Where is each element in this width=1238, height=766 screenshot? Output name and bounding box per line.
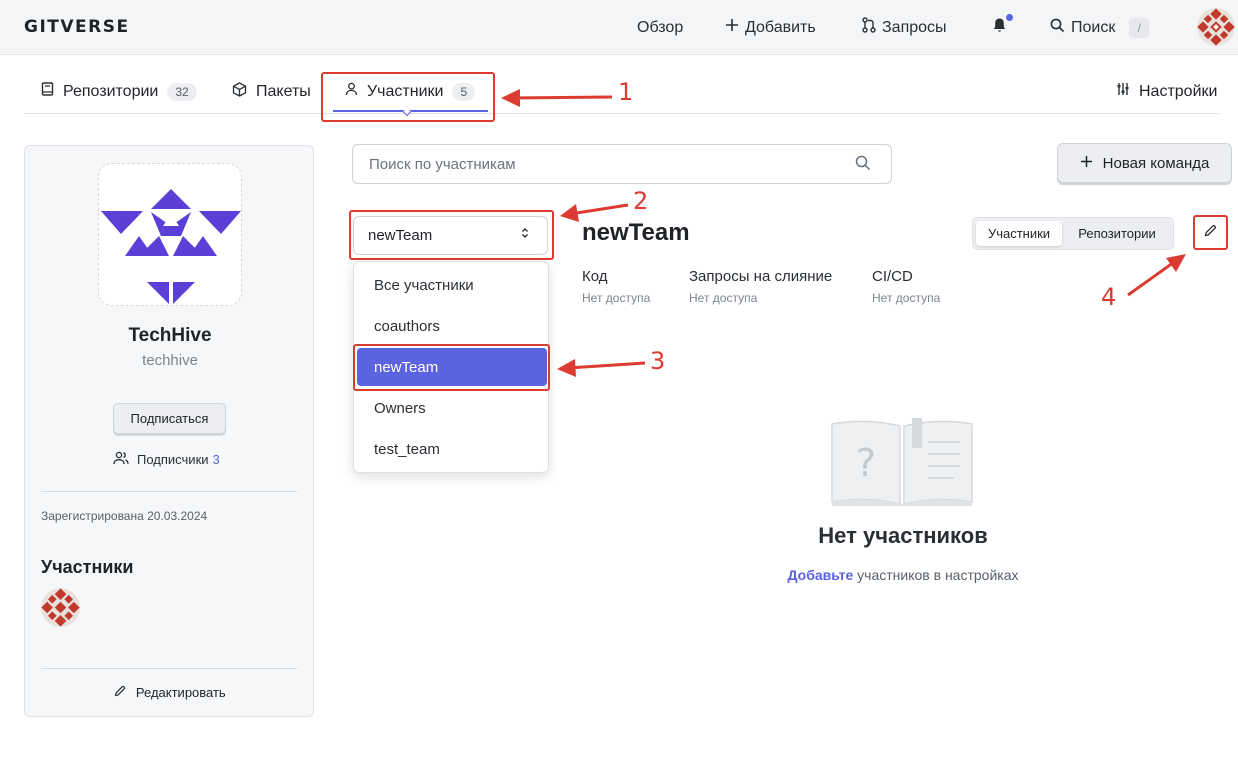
user-avatar[interactable] [1197,8,1235,46]
permission-ci-cd: CI/CD Нет доступа [872,268,940,305]
highlight-box-newteam-item [353,344,550,391]
tab-settings-label: Настройки [1139,82,1218,100]
notifications-button[interactable] [992,0,1007,55]
org-profile-card: TechHive techhive Подписаться Подписчики… [24,145,314,717]
subscribers-count: 3 [212,452,220,467]
permission-label: Код [582,268,608,285]
tab-settings[interactable]: Настройки [1116,70,1217,113]
toggle-members[interactable]: Участники [976,221,1062,246]
tab-repositories-count: 32 [167,82,197,101]
package-icon [232,81,247,102]
view-toggle: Участники Репозитории [972,217,1174,250]
tab-packages-label: Пакеты [256,82,311,100]
nav-search-label: Поиск [1071,18,1116,36]
team-title: newTeam [582,219,690,246]
search-shortcut-badge: / [1129,17,1150,38]
highlight-box-members-tab [321,72,495,122]
repository-icon [41,82,54,101]
users-icon [113,451,129,468]
org-name: TechHive [128,325,212,346]
pull-request-icon [862,17,876,38]
gitverse-logo[interactable]: GITVERSE [24,17,130,37]
top-bar: GITVERSE Обзор Добавить Запросы Поиск / [0,0,1238,55]
tab-packages[interactable]: Пакеты [232,70,311,113]
highlight-box-edit-button [1193,215,1228,250]
settings-sliders-icon [1116,82,1130,101]
edit-profile-link[interactable]: Редактировать [25,685,315,700]
edit-profile-label: Редактировать [135,685,226,700]
add-members-link[interactable]: Добавьте [788,567,854,583]
nav-requests[interactable]: Запросы [862,0,947,55]
permission-value: Нет доступа [872,291,941,305]
subscribe-button[interactable]: Подписаться [113,403,226,434]
dropdown-item-owners[interactable]: Owners [357,389,547,427]
bell-icon [992,17,1007,38]
notification-dot [1006,14,1013,21]
subscribers-label: Подписчики [137,452,209,467]
empty-state-text: Добавьте участников в настройках [740,567,1066,583]
card-divider [41,668,297,669]
nav-requests-label: Запросы [882,18,947,36]
registered-date: Зарегистрирована 20.03.2024 [41,509,208,523]
permission-label: CI/CD [872,268,913,285]
dropdown-item-coauthors[interactable]: coauthors [357,307,547,345]
annotation-number-4: 4 [1101,283,1117,311]
annotation-number-2: 2 [633,187,649,215]
permission-value: Нет доступа [582,291,651,305]
empty-book-illustration: ? [831,418,973,506]
permission-code: Код Нет доступа [582,268,650,305]
nav-overview-label: Обзор [637,18,684,36]
org-logo [98,163,242,306]
empty-state-title: Нет участников [818,523,988,548]
svg-text:?: ? [856,441,876,485]
nav-add[interactable]: Добавить [725,0,816,55]
pencil-icon [114,685,130,700]
member-avatar[interactable] [41,588,80,627]
permission-merge-requests: Запросы на слияние Нет доступа [689,268,832,305]
nav-overview[interactable]: Обзор [637,0,683,55]
empty-state-rest: участников в настройках [857,567,1019,583]
tab-repositories[interactable]: Репозитории 32 [41,70,197,113]
highlight-box-team-select [349,210,554,260]
new-team-label: Новая команда [1102,154,1210,172]
card-divider [41,491,297,492]
search-icon[interactable] [855,155,873,173]
members-search-input[interactable] [352,144,892,184]
dropdown-item-all-members[interactable]: Все участники [357,266,547,304]
tab-repositories-label: Репозитории [63,82,159,100]
plus-icon [1080,155,1093,172]
dropdown-item-test-team[interactable]: test_team [357,430,547,468]
permission-label: Запросы на слияние [689,268,833,285]
plus-icon [725,18,739,37]
search-icon [1050,18,1065,38]
annotation-number-3: 3 [650,347,666,375]
annotation-number-1: 1 [618,78,634,106]
org-handle: techhive [142,352,198,369]
nav-add-label: Добавить [745,18,816,36]
permission-value: Нет доступа [689,291,758,305]
subscribers-link[interactable]: Подписчики 3 [113,451,220,468]
new-team-button[interactable]: Новая команда [1057,143,1232,183]
members-section-title: Участники [41,557,134,577]
nav-search[interactable]: Поиск / [1050,0,1150,55]
toggle-repositories[interactable]: Репозитории [1064,221,1170,246]
